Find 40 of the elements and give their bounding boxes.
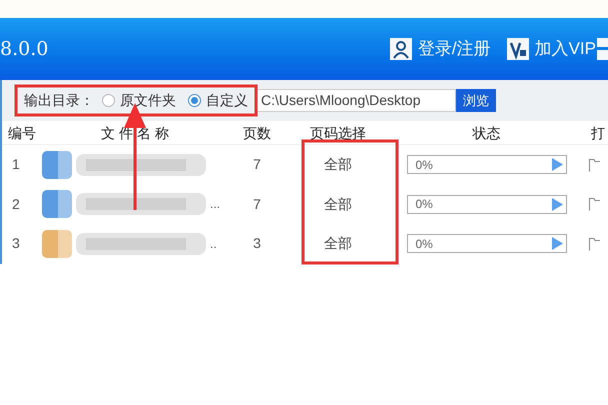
browse-button[interactable]: 浏览: [456, 89, 496, 112]
play-icon[interactable]: [552, 158, 562, 172]
column-header: 打: [590, 124, 606, 143]
column-header: 页数: [242, 124, 272, 143]
play-icon[interactable]: [552, 237, 562, 250]
table-cell-text: 1: [11, 155, 21, 174]
table-cell-text: 7: [252, 194, 262, 214]
login-button[interactable]: 登录/注册: [390, 36, 491, 62]
version-text: 8.0.0: [0, 36, 48, 62]
file-icon: [42, 150, 72, 179]
progress-text: 0%: [414, 196, 433, 214]
menu-icon[interactable]: [597, 38, 608, 60]
column-header: 页码选择: [309, 124, 367, 143]
progress-text: 0%: [414, 156, 433, 174]
page-range-cell[interactable]: 全部: [282, 194, 394, 215]
path-field[interactable]: C:\Users\Mloong\Desktop: [256, 89, 456, 112]
column-header: 状态: [472, 124, 502, 143]
play-icon[interactable]: [552, 198, 562, 211]
progress-text: 0%: [414, 236, 433, 253]
table-cell-text: 3: [252, 234, 262, 254]
ellipsis-text: ...: [210, 196, 220, 214]
ellipsis-text: ..: [210, 236, 217, 253]
radio-option[interactable]: 自定义: [188, 90, 248, 111]
folder-icon[interactable]: [589, 197, 600, 212]
table-cell-text: 2: [11, 194, 21, 214]
table-cell-text: 3: [11, 234, 21, 254]
user-icon: [390, 38, 412, 60]
table-cell-text: 7: [252, 155, 262, 174]
column-header: 编号: [7, 124, 37, 143]
output-label: 输出目录：: [24, 91, 94, 110]
file-icon: [42, 190, 72, 218]
page-range-cell[interactable]: 全部: [282, 154, 394, 176]
radio-option[interactable]: 原文件夹: [102, 90, 176, 111]
vip-badge-icon: [506, 38, 529, 60]
page-range-cell[interactable]: 全部: [282, 233, 394, 254]
folder-icon[interactable]: [589, 158, 600, 172]
vip-button[interactable]: 加入VIP: [506, 36, 596, 62]
column-header: 文件名称: [100, 124, 174, 143]
folder-icon[interactable]: [589, 236, 600, 251]
file-icon: [42, 230, 72, 258]
